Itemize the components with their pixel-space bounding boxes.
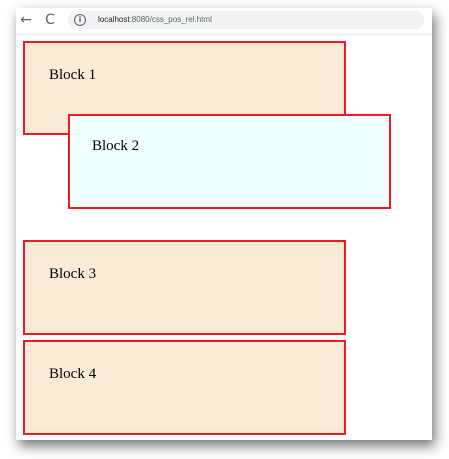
block-4-label: Block 4 [49,366,97,382]
block-3-label: Block 3 [49,266,97,282]
page-viewport: Block 1 Block 2 Block 3 Block 4 [16,34,432,440]
block-2-label: Block 2 [92,138,140,154]
url-host: localhost [98,15,130,24]
info-icon[interactable]: i [74,14,86,26]
url-path: :8080/css_pos_rel.html [129,15,212,24]
reload-icon[interactable]: C [42,12,58,28]
browser-window: ← C i localhost:8080/css_pos_rel.html Bl… [16,8,432,440]
url-text: localhost:8080/css_pos_rel.html [98,14,212,26]
block-4: Block 4 [23,340,346,435]
block-2: Block 2 [68,114,391,209]
block-1-label: Block 1 [49,67,97,83]
browser-toolbar: ← C i localhost:8080/css_pos_rel.html [16,8,432,35]
block-3: Block 3 [23,240,346,335]
back-arrow-icon[interactable]: ← [18,12,34,28]
address-bar[interactable]: i localhost:8080/css_pos_rel.html [68,11,424,29]
